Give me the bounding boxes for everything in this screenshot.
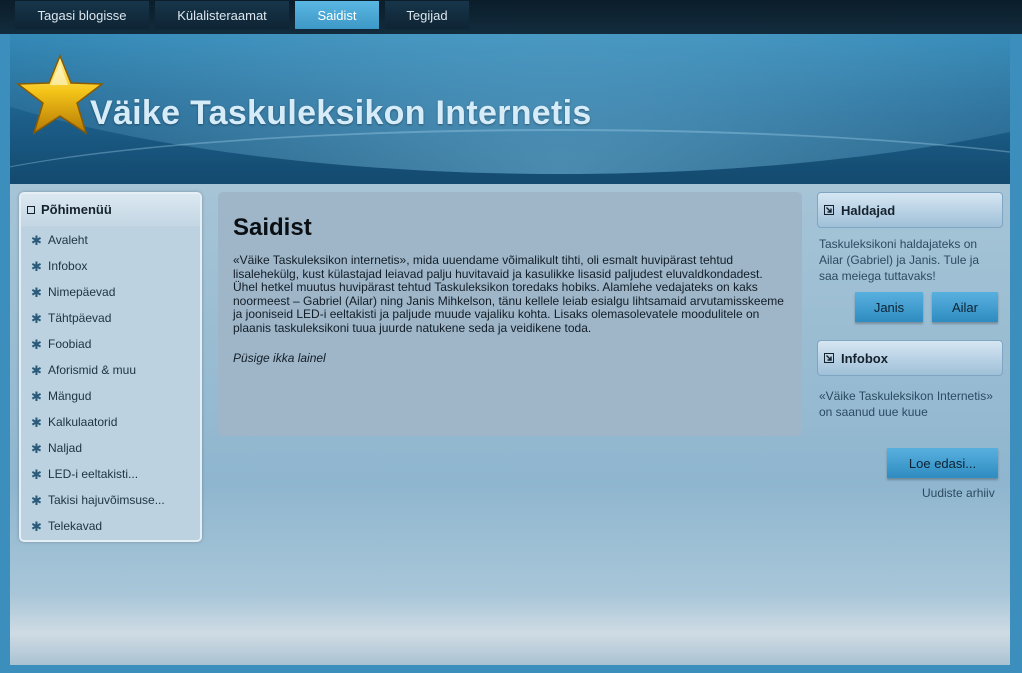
main-menu-header: Põhimenüü <box>21 194 200 226</box>
page-frame: Väike Taskuleksikon Internetis Põhimenüü… <box>10 34 1010 665</box>
menu-item-label: Takisi hajuvõimsuse... <box>48 493 165 507</box>
menu-item-jokes[interactable]: ✱ Naljad <box>21 435 200 461</box>
asterisk-icon: ✱ <box>31 258 42 274</box>
menu-item-label: Avaleht <box>48 233 88 247</box>
infobox-header: Infobox <box>817 340 1003 376</box>
asterisk-icon: ✱ <box>31 284 42 300</box>
admins-text: Taskuleksikoni haldajateks on Ailar (Gab… <box>819 237 980 283</box>
asterisk-icon: ✱ <box>31 232 42 248</box>
asterisk-icon: ✱ <box>31 362 42 378</box>
infobox-text: «Väike Taskuleksikon Internetis» on saan… <box>819 389 993 419</box>
menu-item-label: Aforismid & muu <box>48 363 137 377</box>
arrow-down-right-icon <box>824 353 834 363</box>
menu-item-infobox[interactable]: ✱ Infobox <box>21 253 200 279</box>
menu-item-calculators[interactable]: ✱ Kalkulaatorid <box>21 409 200 435</box>
menu-item-led-resistor[interactable]: ✱ LED-i eeltakisti... <box>21 461 200 487</box>
menu-item-label: Telekavad <box>48 519 103 533</box>
main-menu-list: ✱ Avaleht ✱ Infobox ✱ Nimepäevad ✱ Tähtpäeva… <box>21 226 200 539</box>
menu-item-label: Foobiad <box>48 337 92 351</box>
tab-guestbook[interactable]: Külalisteraamat <box>155 1 289 29</box>
admins-header: Haldajad <box>817 192 1003 228</box>
asterisk-icon: ✱ <box>31 466 42 482</box>
signature-text: Püsige ikka lainel <box>233 350 326 365</box>
asterisk-icon: ✱ <box>31 518 42 534</box>
square-icon <box>27 205 35 214</box>
asterisk-icon: ✱ <box>31 440 42 456</box>
menu-item-label: Nimepäevad <box>48 285 116 299</box>
top-navigation: Tagasi blogisse Külalisteraamat Saidist … <box>0 0 1022 34</box>
asterisk-icon: ✱ <box>31 414 42 430</box>
menu-item-label: LED-i eeltakisti... <box>48 467 139 481</box>
content-panel: Saidist «Väike Taskuleksikon internetis»… <box>218 192 802 436</box>
menu-item-holidays[interactable]: ✱ Tähtpäevad <box>21 305 200 331</box>
site-title[interactable]: Väike Taskuleksikon Internetis <box>90 94 592 133</box>
menu-item-label: Mängud <box>48 389 92 403</box>
page-title: Saidist <box>233 214 312 241</box>
read-more-button[interactable]: Loe edasi... <box>887 448 998 478</box>
asterisk-icon: ✱ <box>31 336 42 352</box>
news-archive-link[interactable]: Uudiste arhiiv <box>922 486 995 500</box>
ailar-button[interactable]: Ailar <box>932 292 998 322</box>
menu-item-label: Tähtpäevad <box>48 311 112 325</box>
infobox-title: Infobox <box>841 350 888 366</box>
menu-item-name-days[interactable]: ✱ Nimepäevad <box>21 279 200 305</box>
menu-item-label: Kalkulaatorid <box>48 415 118 429</box>
menu-item-resistor-power[interactable]: ✱ Takisi hajuvõimsuse... <box>21 487 200 513</box>
admins-title: Haldajad <box>841 202 896 218</box>
menu-item-phobias[interactable]: ✱ Foobiad <box>21 331 200 357</box>
main-menu-title: Põhimenüü <box>41 202 112 217</box>
asterisk-icon: ✱ <box>31 492 42 508</box>
menu-item-tv-guide[interactable]: ✱ Telekavad <box>21 513 200 539</box>
tab-makers[interactable]: Tegijad <box>385 1 469 29</box>
menu-item-aphorisms[interactable]: ✱ Aforismid & muu <box>21 357 200 383</box>
janis-button[interactable]: Janis <box>855 292 923 322</box>
main-menu: Põhimenüü ✱ Avaleht ✱ Infobox ✱ Nimepäevad … <box>19 192 202 542</box>
about-text: «Väike Taskuleksikon internetis», mida u… <box>233 253 784 335</box>
asterisk-icon: ✱ <box>31 388 42 404</box>
menu-item-home[interactable]: ✱ Avaleht <box>21 227 200 253</box>
arrow-down-right-icon <box>824 205 834 215</box>
menu-item-games[interactable]: ✱ Mängud <box>21 383 200 409</box>
tab-about[interactable]: Saidist <box>295 1 379 29</box>
header-banner: Väike Taskuleksikon Internetis <box>10 34 1010 184</box>
admins-box: Haldajad Taskuleksikoni haldajateks on A… <box>817 192 1003 284</box>
asterisk-icon: ✱ <box>31 310 42 326</box>
menu-item-label: Naljad <box>48 441 83 455</box>
menu-item-label: Infobox <box>48 259 88 273</box>
tab-back-to-blog[interactable]: Tagasi blogisse <box>15 1 149 29</box>
infobox-box: Infobox «Väike Taskuleksikon Internetis»… <box>817 340 1003 420</box>
